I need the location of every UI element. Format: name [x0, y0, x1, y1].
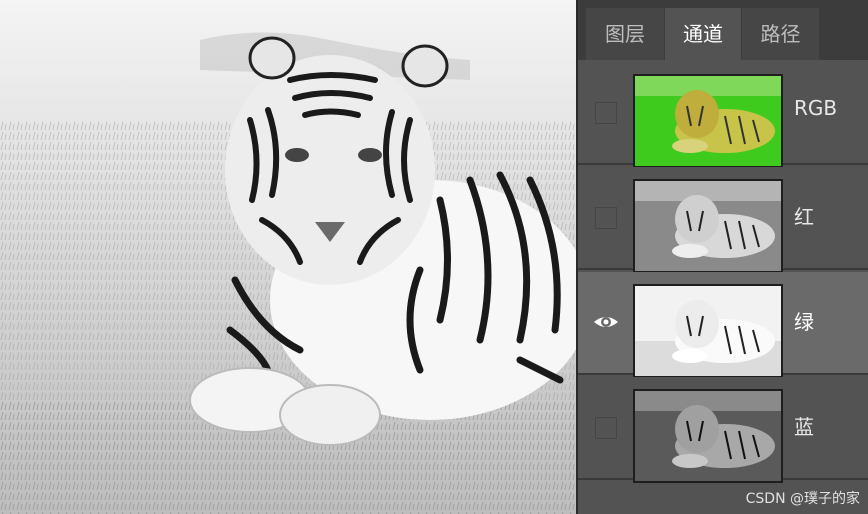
- channel-thumbnail: [633, 284, 783, 378]
- channel-name: RGB: [794, 96, 838, 120]
- channel-thumbnail: [633, 179, 783, 273]
- visibility-toggle[interactable]: [595, 102, 617, 124]
- channel-name: 红: [794, 205, 814, 229]
- channel-row-red[interactable]: 红: [578, 167, 868, 273]
- channel-row-rgb[interactable]: RGB: [578, 62, 868, 168]
- visibility-toggle[interactable]: [595, 417, 617, 439]
- channel-thumbnail: [633, 389, 783, 483]
- channel-name: 绿: [794, 310, 814, 334]
- tab-paths[interactable]: 路径: [742, 8, 819, 60]
- tab-layers[interactable]: 图层: [586, 8, 664, 60]
- panel-tab-bar: 图层 通道 路径: [578, 0, 868, 60]
- tiger-image: [0, 0, 576, 514]
- channel-thumbnail: [633, 74, 783, 168]
- channels-panel: 图层 通道 路径 RGB 红 绿 蓝 CSDN @璞子的家: [576, 0, 868, 514]
- tab-channels[interactable]: 通道: [665, 8, 741, 60]
- document-canvas[interactable]: [0, 0, 576, 514]
- visibility-toggle[interactable]: [595, 207, 617, 229]
- watermark: CSDN @璞子的家: [745, 491, 860, 507]
- channel-row-blue[interactable]: 蓝: [578, 377, 868, 483]
- channel-name: 蓝: [794, 415, 814, 439]
- channel-row-green[interactable]: 绿: [578, 272, 868, 378]
- eye-icon[interactable]: [592, 311, 620, 333]
